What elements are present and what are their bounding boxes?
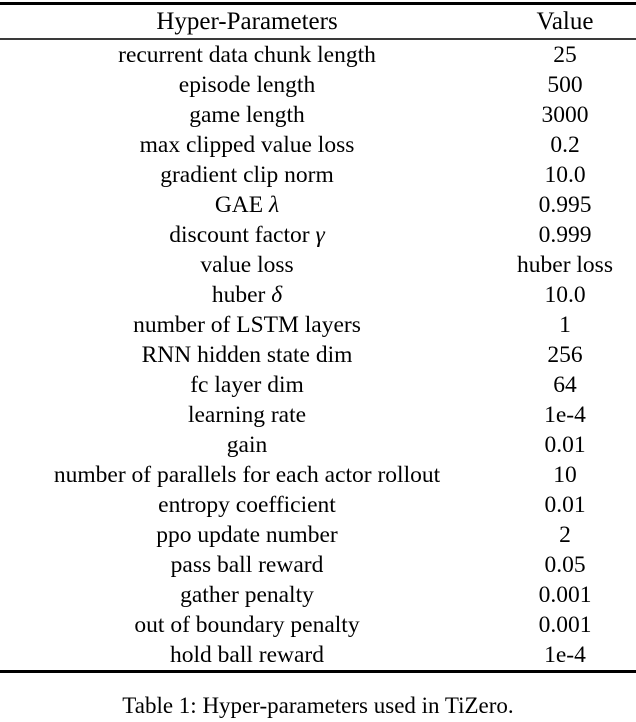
parameter-name-cell: number of LSTM layers [133,312,361,338]
parameter-name-cell: learning rate [187,402,307,428]
table-row: number of parallels for each actor rollo… [0,460,636,490]
parameter-name-cell: value loss [200,252,294,278]
table-row: RNN hidden state dim 256 [0,340,636,370]
parameter-name-cell: episode length [178,72,316,98]
table-row: max clipped value loss 0.2 [0,130,636,160]
parameter-value-cell: 10 [553,462,577,488]
parameter-value-cell: 1e-4 [544,642,586,668]
column-header-hyper-parameters: Hyper-Parameters [156,8,338,35]
greek-symbol: δ [271,282,283,308]
parameter-value-cell: 3000 [541,102,589,128]
parameter-name-cell: huber δ [211,282,283,308]
table-caption: Table 1: Hyper-parameters used in TiZero… [122,693,514,718]
table-header: Hyper-Parameters Value [0,5,636,38]
greek-symbol: γ [315,222,325,248]
table-row: learning rate 1e-4 [0,400,636,430]
parameter-name-cell: recurrent data chunk length [118,42,376,68]
hyperparameters-table: Hyper-Parameters Value [0,5,636,38]
parameter-name-cell: entropy coefficient [158,492,336,518]
table-row: gather penalty 0.001 [0,580,636,610]
parameter-value-cell: 0.999 [538,222,592,248]
parameter-value-cell: 1e-4 [544,402,586,428]
parameter-name-cell: hold ball reward [169,642,324,668]
parameter-value-cell: 64 [553,372,577,398]
parameter-name-cell: ppo update number [156,522,338,548]
parameter-value-cell: 0.001 [538,582,592,608]
parameter-value-cell: 25 [553,42,577,68]
table-row: out of boundary penalty 0.001 [0,610,636,640]
table-row: hold ball reward 1e-4 [0,640,636,670]
parameter-name-cell: max clipped value loss [139,132,355,158]
table-figure: Hyper-Parameters Value recurrent data ch… [0,0,636,722]
parameter-value-cell: 0.995 [538,192,592,218]
parameter-name-cell: RNN hidden state dim [141,342,353,368]
greek-symbol: λ [268,192,280,218]
hyperparameters-table-body: recurrent data chunk length 25 episode len… [0,40,636,670]
parameter-name-cell: gradient clip norm [160,162,334,188]
parameter-name-cell: fc layer dim [190,372,304,398]
parameter-value-cell: 1 [559,312,571,338]
table-row: entropy coefficient 0.01 [0,490,636,520]
column-header-value: Value [536,8,594,35]
parameter-value-cell: 500 [547,72,583,98]
parameter-value-cell: 10.0 [544,162,586,188]
parameter-name-cell: pass ball reward [170,552,324,578]
table-row: recurrent data chunk length 25 [0,40,636,70]
parameter-name-cell: number of parallels for each actor rollo… [53,462,441,488]
parameter-value-cell: 0.01 [544,432,586,458]
parameter-value-cell: 2 [559,522,571,548]
table-row: value loss huber loss [0,250,636,280]
table-header-row: Hyper-Parameters Value [0,5,636,38]
parameter-value-cell: 0.001 [538,612,592,638]
table-row: ppo update number 2 [0,520,636,550]
table-row: number of LSTM layers 1 [0,310,636,340]
table-row: GAE λ 0.995 [0,190,636,220]
parameter-value-cell: 0.01 [544,492,586,518]
table-row: episode length 500 [0,70,636,100]
table-row: pass ball reward 0.05 [0,550,636,580]
table-row: game length 3000 [0,100,636,130]
parameter-value-cell: 0.2 [550,132,580,158]
parameter-value-cell: 0.05 [544,552,586,578]
parameter-name-cell: game length [189,102,305,128]
parameter-name-cell: GAE λ [214,192,280,218]
parameter-value-cell: 256 [547,342,583,368]
parameter-value-cell: huber loss [517,252,613,278]
parameter-name-cell: out of boundary penalty [134,612,360,638]
table-row: discount factor γ 0.999 [0,220,636,250]
table-row: huber δ 10.0 [0,280,636,310]
parameter-value-cell: 10.0 [544,282,586,308]
parameter-name-cell: discount factor γ [169,222,325,248]
table-row: gradient clip norm 10.0 [0,160,636,190]
parameter-name-cell: gain [226,432,268,458]
table-body: recurrent data chunk length 25 episode len… [0,40,636,670]
parameter-name-cell: gather penalty [180,582,314,608]
table-row: fc layer dim 64 [0,370,636,400]
table-row: gain 0.01 [0,430,636,460]
